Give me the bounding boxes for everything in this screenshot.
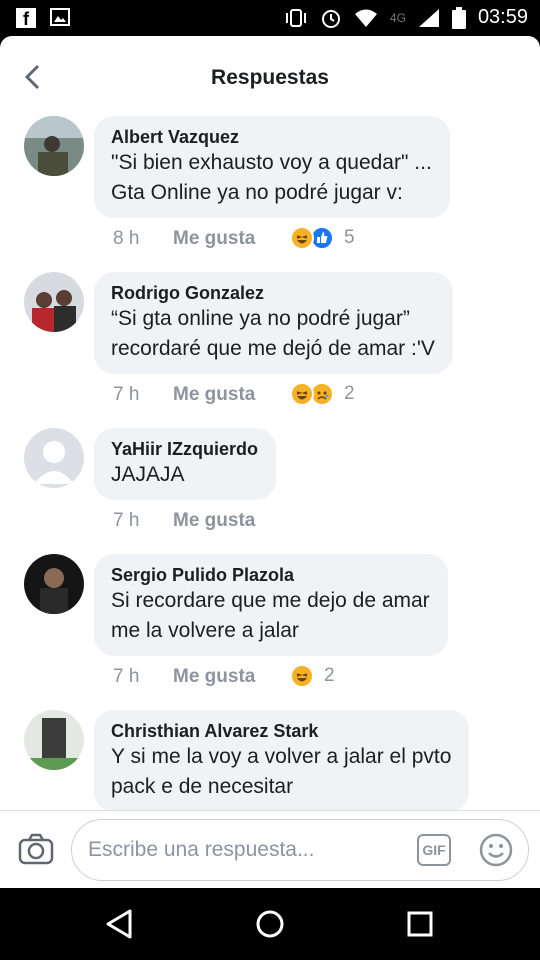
vibrate-icon [285,8,306,27]
haha-reaction-icon [290,226,314,250]
comment-meta: 7 h Me gusta [113,382,255,408]
header: Respuestas [0,36,540,114]
haha-reaction-icon [290,382,314,406]
avatar[interactable] [24,710,84,770]
navigation-bar [0,888,540,960]
comment-text: Y si me la voy a volver a jalar el pvto [111,745,452,768]
status-bar: f 4G 03:59 [0,0,540,36]
reply-placeholder: Escribe una respuesta... [88,838,315,861]
comment-text: Si recordare que me dejo de amar [111,589,430,612]
comment-author[interactable]: Albert Vazquez [111,126,432,148]
reaction-summary[interactable]: 2 [290,382,355,406]
comment-bubble[interactable]: Rodrigo Gonzalez “Si gta online ya no po… [94,272,453,374]
alarm-icon [321,9,340,28]
like-button[interactable]: Me gusta [173,510,255,532]
nav-home-icon[interactable] [254,908,286,940]
signal-icon [418,8,439,27]
camera-icon[interactable] [18,831,54,867]
comment-bubble[interactable]: YaHiir IZzquierdo JAJAJA [94,428,277,500]
comment-bubble[interactable]: Christhian Alvarez Stark Y si me la voy … [94,710,470,812]
comment-author[interactable]: YaHiir IZzquierdo [111,438,258,460]
like-button[interactable]: Me gusta [173,666,255,688]
nav-recents-icon[interactable] [404,908,436,940]
comment-text: "Si bien exhausto voy a quedar" ... [111,151,432,174]
reaction-count: 2 [324,665,335,686]
comment-text: JAJAJA [111,463,185,486]
comment-text: recordaré que me dejó de amar :'V [111,337,435,360]
reaction-summary[interactable]: 5 [290,226,355,250]
reaction-count: 5 [344,227,355,248]
comment-text: pack e de necesitar [111,775,294,798]
comment-meta: 7 h Me gusta [113,508,255,534]
comment-author[interactable]: Rodrigo Gonzalez [111,282,435,304]
like-button[interactable]: Me gusta [173,228,255,250]
battery-icon [451,6,466,29]
comment-time: 7 h [113,510,140,531]
comment-bubble[interactable]: Albert Vazquez "Si bien exhausto voy a q… [94,116,450,218]
network-type: 4G [389,10,406,25]
gallery-icon [50,8,70,26]
comment-text: me la volvere a jalar [111,619,299,642]
comment-time: 7 h [113,384,140,405]
like-button[interactable]: Me gusta [173,384,255,406]
avatar[interactable] [24,116,84,176]
reaction-count: 2 [344,383,355,404]
comment-text: “Si gta online ya no podré jugar” [111,307,410,330]
comment-meta: 8 h Me gusta [113,226,255,252]
comment-meta: 7 h Me gusta [113,664,255,690]
comment-bubble[interactable]: Sergio Pulido Plazola Si recordare que m… [94,554,448,656]
avatar[interactable] [24,428,84,488]
comment-time: 8 h [113,228,140,249]
reaction-summary[interactable]: 2 [290,664,335,688]
wifi-icon [354,9,377,27]
avatar[interactable] [24,272,84,332]
reply-composer: Escribe una respuesta... GIF [0,810,540,888]
comment-author[interactable]: Christhian Alvarez Stark [111,720,451,742]
gif-icon[interactable]: GIF [417,834,451,866]
reply-input[interactable]: Escribe una respuesta... GIF [71,819,529,881]
smiley-icon[interactable] [478,832,514,868]
clock: 03:59 [477,6,528,28]
avatar[interactable] [24,554,84,614]
comment-author[interactable]: Sergio Pulido Plazola [111,564,430,586]
comment-time: 7 h [113,666,140,687]
comment-text: Gta Online ya no podré jugar v: [111,181,403,204]
facebook-icon: f [16,8,36,29]
nav-back-icon[interactable] [104,908,136,940]
replies-screen: Respuestas Albert Vazquez "Si bien exhau… [0,36,540,888]
haha-reaction-icon [290,664,314,688]
page-title: Respuestas [211,66,329,89]
